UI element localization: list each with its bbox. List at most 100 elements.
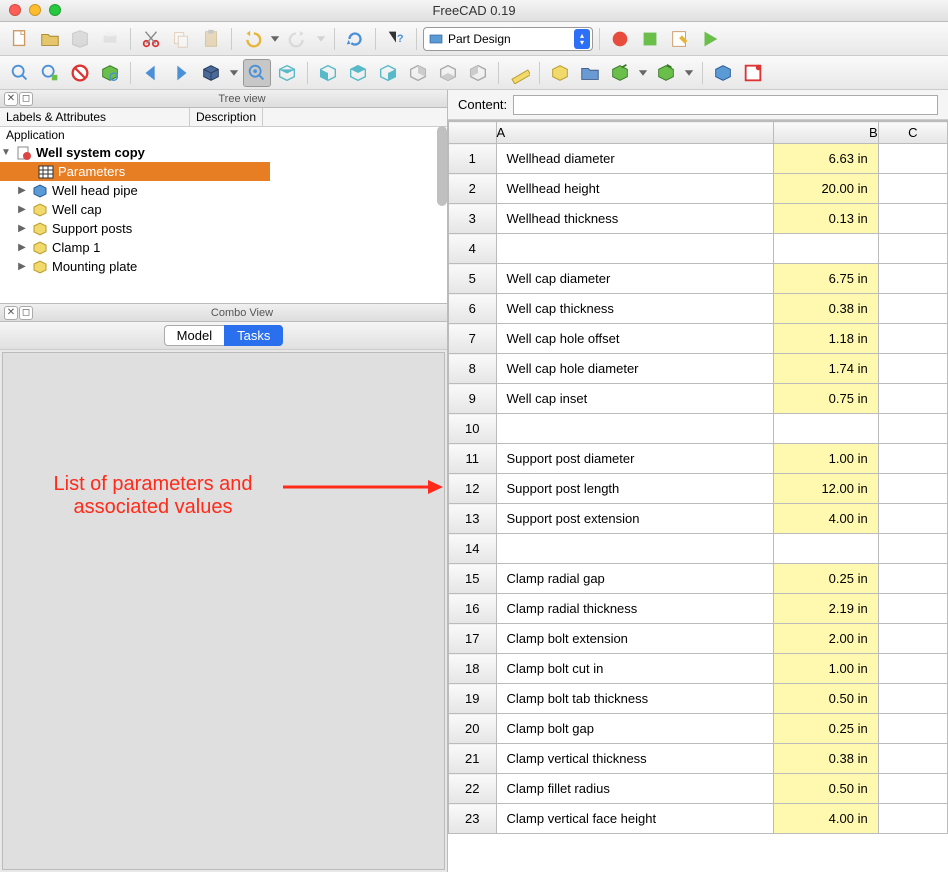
tree-item[interactable]: ▶Support posts xyxy=(0,219,447,238)
cell-b[interactable]: 1.00 in xyxy=(773,654,878,684)
tree-item[interactable]: ▶Well head pipe xyxy=(0,181,447,200)
cell-a[interactable]: Support post length xyxy=(496,474,773,504)
cell-b[interactable]: 0.13 in xyxy=(773,204,878,234)
cell-b[interactable]: 12.00 in xyxy=(773,474,878,504)
corner-cell[interactable] xyxy=(449,122,497,144)
fit-all-button[interactable] xyxy=(6,59,34,87)
tree-header-labels[interactable]: Labels & Attributes xyxy=(0,108,190,126)
cell-b[interactable]: 0.50 in xyxy=(773,684,878,714)
cell-b[interactable]: 4.00 in xyxy=(773,804,878,834)
cell-b[interactable]: 0.25 in xyxy=(773,564,878,594)
window-minimize-button[interactable] xyxy=(29,4,41,16)
whatsthis-button[interactable]: ? xyxy=(382,25,410,53)
print-button[interactable] xyxy=(96,25,124,53)
cell-c[interactable] xyxy=(878,504,947,534)
cell-a[interactable]: Clamp bolt tab thickness xyxy=(496,684,773,714)
tree-close-button[interactable]: ✕ xyxy=(4,92,18,106)
cell-a[interactable]: Well cap thickness xyxy=(496,294,773,324)
row-header[interactable]: 2 xyxy=(449,174,497,204)
row-header[interactable]: 15 xyxy=(449,564,497,594)
redo-menu-button[interactable] xyxy=(314,25,328,53)
cell-c[interactable] xyxy=(878,174,947,204)
cell-a[interactable]: Well cap hole diameter xyxy=(496,354,773,384)
save-button[interactable] xyxy=(66,25,94,53)
macro-record-button[interactable] xyxy=(606,25,634,53)
window-zoom-button[interactable] xyxy=(49,4,61,16)
tree-scrollbar-thumb[interactable] xyxy=(437,126,447,206)
cell-a[interactable]: Support post extension xyxy=(496,504,773,534)
row-header[interactable]: 23 xyxy=(449,804,497,834)
row-header[interactable]: 19 xyxy=(449,684,497,714)
cell-b[interactable]: 0.38 in xyxy=(773,294,878,324)
tree-float-button[interactable]: ◻ xyxy=(19,92,33,106)
view-rear-button[interactable] xyxy=(404,59,432,87)
copy-button[interactable] xyxy=(167,25,195,53)
view-left-button[interactable] xyxy=(464,59,492,87)
tree-header-description[interactable]: Description xyxy=(190,108,263,126)
tab-model[interactable]: Model xyxy=(164,325,224,346)
row-header[interactable]: 12 xyxy=(449,474,497,504)
top-view-button[interactable] xyxy=(273,59,301,87)
macro-play-button[interactable] xyxy=(696,25,724,53)
cell-b[interactable]: 1.74 in xyxy=(773,354,878,384)
cell-c[interactable] xyxy=(878,324,947,354)
macro-edit-button[interactable] xyxy=(666,25,694,53)
cell-a[interactable]: Wellhead diameter xyxy=(496,144,773,174)
cell-c[interactable] xyxy=(878,804,947,834)
col-header-b[interactable]: B xyxy=(773,122,878,144)
bounding-box-button[interactable] xyxy=(96,59,124,87)
cell-b[interactable]: 1.00 in xyxy=(773,444,878,474)
cell-b[interactable]: 0.75 in xyxy=(773,384,878,414)
row-header[interactable]: 1 xyxy=(449,144,497,174)
tab-tasks[interactable]: Tasks xyxy=(224,325,283,346)
link-menu-button[interactable] xyxy=(636,59,650,87)
spreadsheet[interactable]: A B C 1Wellhead diameter6.63 in2Wellhead… xyxy=(448,120,948,872)
fit-selection-button[interactable] xyxy=(36,59,64,87)
cell-b[interactable]: 20.00 in xyxy=(773,174,878,204)
cell-c[interactable] xyxy=(878,204,947,234)
cell-b[interactable] xyxy=(773,414,878,444)
nav-back-button[interactable] xyxy=(137,59,165,87)
cell-c[interactable] xyxy=(878,654,947,684)
combo-float-button[interactable]: ◻ xyxy=(19,306,33,320)
row-header[interactable]: 6 xyxy=(449,294,497,324)
cell-b[interactable]: 0.38 in xyxy=(773,744,878,774)
macro-stop-button[interactable] xyxy=(636,25,664,53)
cell-a[interactable]: Wellhead thickness xyxy=(496,204,773,234)
tree-item[interactable]: ▶Well cap xyxy=(0,200,447,219)
paste-button[interactable] xyxy=(197,25,225,53)
cell-a[interactable]: Clamp bolt gap xyxy=(496,714,773,744)
window-close-button[interactable] xyxy=(9,4,21,16)
cell-c[interactable] xyxy=(878,294,947,324)
cell-b[interactable]: 6.75 in xyxy=(773,264,878,294)
redo-button[interactable] xyxy=(284,25,312,53)
cell-c[interactable] xyxy=(878,354,947,384)
cell-b[interactable]: 6.63 in xyxy=(773,144,878,174)
cell-c[interactable] xyxy=(878,744,947,774)
row-header[interactable]: 8 xyxy=(449,354,497,384)
link-button[interactable] xyxy=(606,59,634,87)
cell-a[interactable]: Well cap inset xyxy=(496,384,773,414)
refresh-button[interactable] xyxy=(341,25,369,53)
row-header[interactable]: 16 xyxy=(449,594,497,624)
workbench-selector[interactable]: Part Design ▴▾ xyxy=(423,27,593,51)
cell-b[interactable]: 2.19 in xyxy=(773,594,878,624)
group-button[interactable] xyxy=(576,59,604,87)
view-front-button[interactable] xyxy=(314,59,342,87)
cell-c[interactable] xyxy=(878,594,947,624)
cut-button[interactable] xyxy=(137,25,165,53)
draw-style-button[interactable] xyxy=(66,59,94,87)
content-input[interactable] xyxy=(513,95,938,115)
new-file-button[interactable] xyxy=(6,25,34,53)
row-header[interactable]: 17 xyxy=(449,624,497,654)
cell-a[interactable] xyxy=(496,534,773,564)
row-header[interactable]: 4 xyxy=(449,234,497,264)
undo-menu-button[interactable] xyxy=(268,25,282,53)
isometric-view-button[interactable] xyxy=(197,59,225,87)
sketch-button[interactable] xyxy=(739,59,767,87)
cell-c[interactable] xyxy=(878,564,947,594)
link-group-button[interactable] xyxy=(652,59,680,87)
cell-c[interactable] xyxy=(878,624,947,654)
tree-view[interactable]: Labels & Attributes Description Applicat… xyxy=(0,108,447,304)
view-bottom-button[interactable] xyxy=(434,59,462,87)
